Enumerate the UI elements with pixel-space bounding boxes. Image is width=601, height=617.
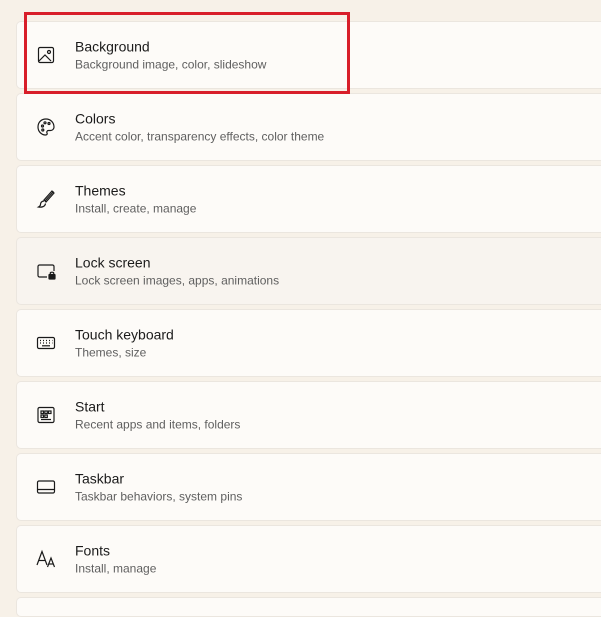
settings-item-fonts[interactable]: Fonts Install, manage <box>16 525 601 593</box>
settings-item-subtitle: Taskbar behaviors, system pins <box>75 489 243 504</box>
settings-item-title: Themes <box>75 182 126 199</box>
lock-screen-icon <box>35 260 57 282</box>
settings-item-lock-screen[interactable]: Lock screen Lock screen images, apps, an… <box>16 237 601 305</box>
start-icon <box>35 404 57 426</box>
settings-item-title: Lock screen <box>75 254 151 271</box>
settings-item-taskbar[interactable]: Taskbar Taskbar behaviors, system pins <box>16 453 601 521</box>
palette-icon <box>35 116 57 138</box>
settings-item-subtitle: Accent color, transparency effects, colo… <box>75 129 325 144</box>
keyboard-icon <box>35 332 57 354</box>
settings-item-themes[interactable]: Themes Install, create, manage <box>16 165 601 233</box>
brush-icon <box>35 188 57 210</box>
settings-item-subtitle: Themes, size <box>75 345 147 360</box>
settings-item-start[interactable]: Start Recent apps and items, folders <box>16 381 601 449</box>
settings-item-partial[interactable] <box>16 597 601 617</box>
settings-item-title: Touch keyboard <box>75 326 174 343</box>
settings-item-title: Fonts <box>75 542 111 559</box>
settings-item-touch-keyboard[interactable]: Touch keyboard Themes, size <box>16 309 601 377</box>
settings-item-subtitle: Install, manage <box>75 561 157 576</box>
settings-item-subtitle: Lock screen images, apps, animations <box>75 273 280 288</box>
personalization-settings-list: Background Background image, color, slid… <box>16 21 601 617</box>
image-icon <box>35 44 57 66</box>
settings-item-subtitle: Install, create, manage <box>75 201 197 216</box>
settings-item-title: Taskbar <box>75 470 125 487</box>
settings-item-title: Background <box>75 38 150 55</box>
settings-item-colors[interactable]: Colors Accent color, transparency effect… <box>16 93 601 161</box>
settings-item-title: Start <box>75 398 105 415</box>
fonts-icon <box>35 548 57 570</box>
settings-item-subtitle: Background image, color, slideshow <box>75 57 267 72</box>
settings-item-subtitle: Recent apps and items, folders <box>75 417 241 432</box>
settings-item-title: Colors <box>75 110 116 127</box>
taskbar-icon <box>35 476 57 498</box>
settings-item-background[interactable]: Background Background image, color, slid… <box>16 21 601 89</box>
